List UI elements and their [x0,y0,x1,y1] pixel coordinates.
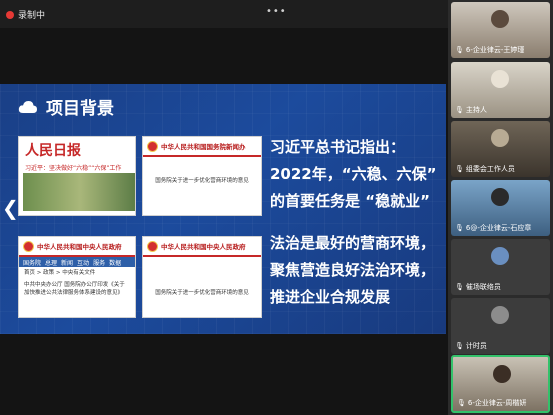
gov-breadcrumb: 首页 > 政策 > 中央有关文件 [24,270,96,276]
slide-text-line: 2022年，“六稳、六保” [270,165,437,183]
avatar [491,306,509,324]
participant-name: 6-企业律云-王婷瑾 [465,46,525,54]
slide-text-line: 习近平总书记指出： [270,138,406,156]
participant-video [491,10,509,28]
previous-slide-icon[interactable]: ❮ [2,196,19,220]
newspaper-clipping: 人民日报 习近平：坚决做好“六稳”“六保”工作 [18,136,136,216]
gov-article-text: 国务院关于进一步优化营商环境的意见 [155,290,249,296]
participant-label: 🎙 6-企业律云-王婷瑾 [455,45,524,55]
participant-sidebar: 🎙 6-企业律云-王婷瑾 🎙 主持人 🎙 组委会工作人员 🎙 6@-企业律云-石… [448,0,553,415]
more-options-icon[interactable]: ••• [266,6,287,17]
gov-site-name: 中华人民共和国中央人民政府 [37,243,122,251]
gov-site-clipping-1: 中华人民共和国国务院新闻办 国务院关于进一步优化营商环境的意见 [142,136,262,216]
national-emblem-icon [23,240,34,252]
newspaper-headline: 习近平：坚决做好“六稳”“六保”工作 [25,165,122,172]
gov-site-header: 中华人民共和国国务院新闻办 [143,137,261,157]
slide-text-line: 推进企业合规发展 [270,288,391,306]
gov-site-name: 中华人民共和国中央人民政府 [161,243,246,251]
slide-text-block-1: 习近平总书记指出： 2022年，“六稳、六保” 的首要任务是 “稳就业” [270,134,436,215]
gov-nav-item: 国务院 [23,259,42,267]
recording-indicator[interactable]: 录制中 [6,8,45,21]
mic-icon: 🎙 [455,106,464,114]
gov-nav-item: 新闻 [61,259,74,267]
participant-name: 组委会工作人员 [465,165,515,173]
gov-nav-item: 互动 [77,259,90,267]
gov-article-text: 国务院关于进一步优化营商环境的意见 [155,178,249,184]
participant-tile[interactable]: 🎙 计时员 [451,298,550,354]
participant-name: 计时员 [465,342,487,350]
avatar [491,247,509,265]
participant-video [491,188,509,206]
gov-site-clipping-3: 中华人民共和国中央人民政府 国务院关于进一步优化营商环境的意见 [142,236,262,318]
gov-site-header: 中华人民共和国中央人民政府 [143,237,261,257]
participant-label: 🎙 组委会工作人员 [455,164,515,174]
participant-video [491,129,509,147]
gov-site-nav: 国务院 总理 新闻 互动 服务 数据 [19,257,135,267]
gov-nav-item: 服务 [93,259,106,267]
participant-label: 🎙 计时员 [455,341,487,351]
gov-site-clipping-2: 中华人民共和国中央人民政府 国务院 总理 新闻 互动 服务 数据 首页 > 政策… [18,236,136,318]
gov-doc-title: 中共中央办公厅 国务院办公厅印发《关于加快推进公共法律服务体系建设的意见》 [24,282,125,296]
national-emblem-icon [147,140,158,152]
participant-label: 🎙 6-企业律云-周楷妍 [457,398,526,408]
participant-video [491,70,509,88]
recording-label: 录制中 [18,11,46,21]
cloud-icon [18,100,38,113]
gov-nav-item: 数据 [109,259,122,267]
participant-name: 6-企业律云-周楷妍 [467,399,527,407]
slide-text-block-2: 法治是最好的营商环境， 聚焦营造良好法治环境， 推进企业合规发展 [270,230,435,311]
mic-icon: 🎙 [455,342,464,350]
gov-site-header: 中华人民共和国中央人民政府 [19,237,135,257]
newspaper-photo [23,173,135,211]
participant-tile-active-speaker[interactable]: 🎙 6-企业律云-周楷妍 [451,355,550,413]
participant-tile[interactable]: 🎙 6-企业律云-王婷瑾 [451,2,550,58]
participant-label: 🎙 6@-企业律云-石应章 [455,223,531,233]
slide-title-text: 项目背景 [46,99,114,119]
slide-title: 项目背景 [18,94,114,119]
gov-nav-item: 总理 [45,259,58,267]
participant-tile[interactable]: 🎙 组委会工作人员 [451,121,550,177]
mic-icon: 🎙 [455,46,464,54]
participant-label: 🎙 催场联络员 [455,282,501,292]
participant-tile[interactable]: 🎙 催场联络员 [451,239,550,295]
mic-icon: 🎙 [455,283,464,291]
participant-tile[interactable]: 🎙 主持人 [451,62,550,118]
mic-icon: 🎙 [457,399,466,407]
record-icon [6,10,14,19]
participant-label: 🎙 主持人 [455,105,487,115]
participant-name: 6@-企业律云-石应章 [465,224,532,232]
gov-site-name: 中华人民共和国国务院新闻办 [161,143,246,151]
participant-tile[interactable]: 🎙 6@-企业律云-石应章 [451,180,550,236]
slide-text-line: 的首要任务是 “稳就业” [270,192,430,210]
newspaper-masthead: 人民日报 [25,143,81,159]
mic-icon: 🎙 [455,224,464,232]
national-emblem-icon [147,240,158,252]
slide-text-line: 聚焦营造良好法治环境， [270,261,436,279]
mic-icon: 🎙 [455,165,464,173]
participant-video [493,365,511,383]
slide-text-line: 法治是最好的营商环境， [270,234,436,252]
participant-name: 催场联络员 [465,283,501,291]
participant-name: 主持人 [465,106,487,114]
presentation-slide: 项目背景 ❮ 人民日报 习近平：坚决做好“六稳”“六保”工作 中华人民共和国国务… [0,84,446,334]
